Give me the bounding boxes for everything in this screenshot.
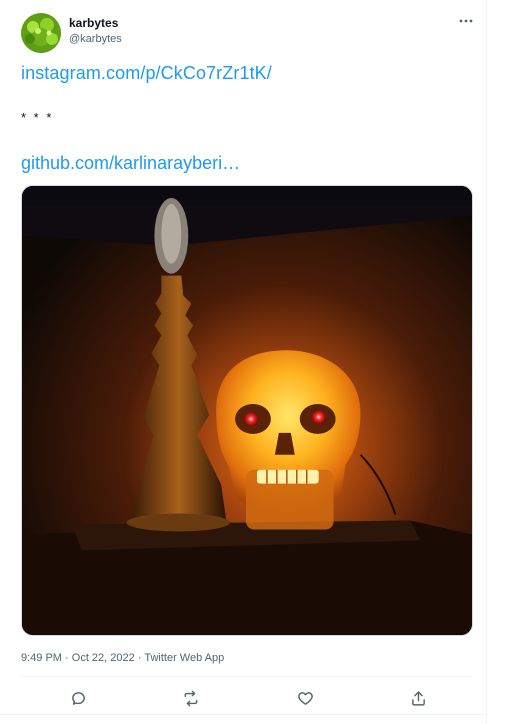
meta-dot: ·	[65, 652, 69, 664]
divider	[21, 676, 473, 677]
more-icon[interactable]	[457, 13, 475, 29]
tweet-photo[interactable]	[21, 185, 473, 636]
avatar-image	[21, 13, 61, 53]
reply-icon[interactable]	[68, 688, 88, 708]
meta-dot: ·	[137, 652, 142, 664]
author-handle[interactable]: @karbytes	[69, 33, 122, 45]
skull-lamp-photo	[22, 186, 472, 635]
tweet-date[interactable]: Oct 22, 2022	[72, 652, 135, 664]
tweet-card: karbytes @karbytes instagram.com/p/CkCo7…	[0, 0, 487, 724]
tweet-meta: 9:49 PM · Oct 22, 2022 · Twitter Web App	[21, 652, 224, 664]
share-icon[interactable]	[408, 688, 428, 708]
instagram-link[interactable]: instagram.com/p/CkCo7rZr1tK/	[21, 63, 272, 84]
tweet-source[interactable]: Twitter Web App	[144, 652, 224, 664]
avatar[interactable]	[21, 13, 61, 53]
card-bottom-border	[0, 714, 487, 715]
author-name[interactable]: karbytes	[69, 16, 118, 30]
retweet-icon[interactable]	[181, 688, 201, 708]
github-link[interactable]: github.com/karlinarayberi…	[21, 153, 240, 174]
tweet-time[interactable]: 9:49 PM	[21, 652, 62, 664]
like-icon[interactable]	[295, 688, 315, 708]
separator-text: * * *	[21, 110, 54, 125]
